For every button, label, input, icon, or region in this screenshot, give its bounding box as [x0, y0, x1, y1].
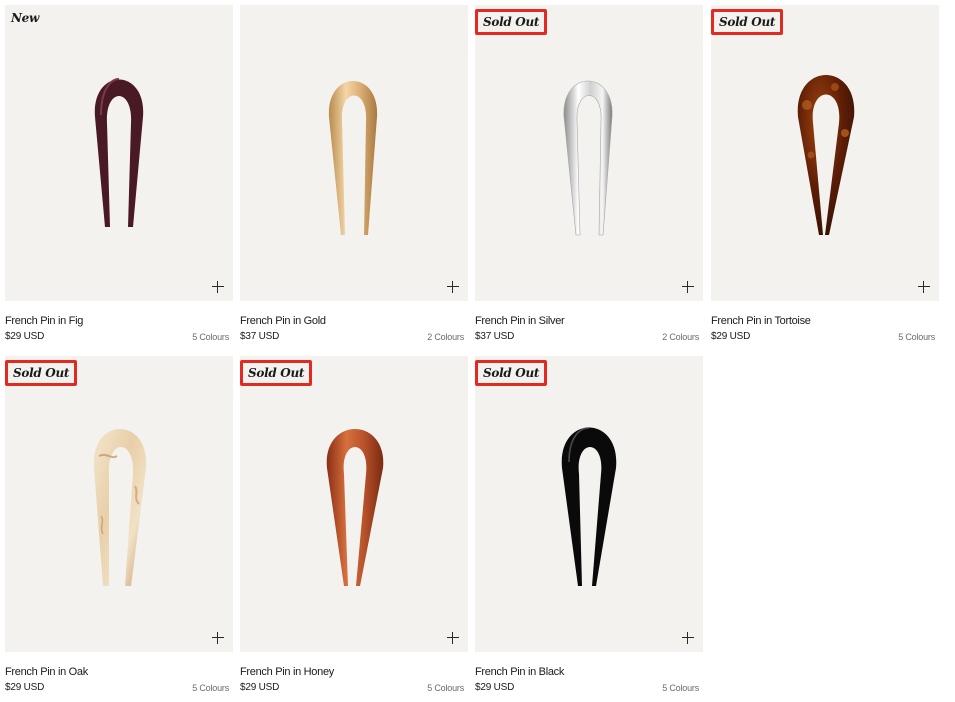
plus-icon[interactable] [447, 281, 459, 293]
sold-out-badge: Sold Out [5, 360, 78, 386]
product-card[interactable]: Sold Out French Pin in Silver $37 USD 2 … [475, 5, 703, 342]
new-badge: New [11, 11, 40, 25]
product-price: $29 USD [475, 682, 515, 693]
product-card[interactable]: Sold Out French Pin in Black $29 USD 5 C… [475, 356, 703, 693]
product-price: $37 USD [240, 331, 280, 342]
hair-pin-image [797, 75, 855, 235]
product-name[interactable]: French Pin in Silver [475, 315, 565, 327]
hair-pin-image [563, 80, 613, 236]
product-image[interactable]: Sold Out [475, 5, 703, 301]
product-card[interactable]: Sold Out French Pin in Oak $29 USD 5 Col… [5, 356, 233, 693]
colour-count: 2 Colours [662, 332, 699, 342]
hair-pin-image [93, 429, 147, 586]
hair-pin-image [94, 78, 144, 227]
colour-count: 5 Colours [192, 683, 229, 693]
sold-out-badge: Sold Out [475, 360, 548, 386]
product-image[interactable]: Sold Out [711, 5, 939, 301]
hair-pin-image [561, 427, 617, 586]
sold-out-badge: Sold Out [475, 9, 548, 35]
product-name[interactable]: French Pin in Tortoise [711, 315, 811, 327]
colour-count: 5 Colours [427, 683, 464, 693]
product-name[interactable]: French Pin in Gold [240, 315, 326, 327]
plus-icon[interactable] [212, 632, 224, 644]
colour-count: 5 Colours [662, 683, 699, 693]
product-name[interactable]: French Pin in Black [475, 666, 564, 678]
product-card[interactable]: French Pin in Gold $37 USD 2 Colours [240, 5, 468, 342]
product-image[interactable]: New [5, 5, 233, 301]
sold-out-badge: Sold Out [711, 9, 784, 35]
product-name[interactable]: French Pin in Fig [5, 315, 83, 327]
product-image[interactable]: Sold Out [240, 356, 468, 652]
plus-icon[interactable] [918, 281, 930, 293]
product-name[interactable]: French Pin in Oak [5, 666, 88, 678]
product-price: $37 USD [475, 331, 515, 342]
colour-count: 5 Colours [192, 332, 229, 342]
product-card[interactable]: Sold Out French Pin in Tortoise $29 USD … [711, 5, 939, 342]
product-price: $29 USD [5, 682, 45, 693]
product-image[interactable]: Sold Out [475, 356, 703, 652]
product-name[interactable]: French Pin in Honey [240, 666, 334, 678]
product-card[interactable]: Sold Out French Pin in Honey $29 USD 5 C… [240, 356, 468, 693]
product-image[interactable]: Sold Out [5, 356, 233, 652]
sold-out-badge: Sold Out [240, 360, 313, 386]
product-card[interactable]: New French Pin in Fig $29 USD 5 Colours [5, 5, 233, 342]
hair-pin-image [326, 429, 384, 586]
plus-icon[interactable] [682, 281, 694, 293]
product-price: $29 USD [711, 331, 751, 342]
plus-icon[interactable] [682, 632, 694, 644]
plus-icon[interactable] [212, 281, 224, 293]
colour-count: 5 Colours [898, 332, 935, 342]
product-price: $29 USD [240, 682, 280, 693]
product-price: $29 USD [5, 331, 45, 342]
hair-pin-image [328, 81, 378, 235]
colour-count: 2 Colours [427, 332, 464, 342]
plus-icon[interactable] [447, 632, 459, 644]
product-image[interactable] [240, 5, 468, 301]
